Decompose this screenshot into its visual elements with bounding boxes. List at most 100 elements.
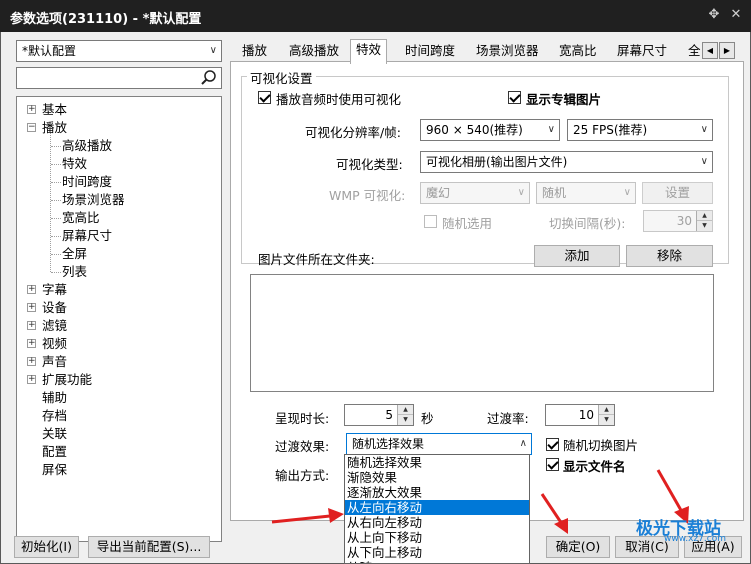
tree-item-label: 声音 bbox=[42, 354, 68, 369]
dropdown-option[interactable]: 从上向下移动 bbox=[345, 530, 529, 545]
visualization-type-select[interactable]: 可视化相册(输出图片文件) ∨ bbox=[420, 151, 713, 173]
random-switch-image-checkbox[interactable] bbox=[546, 438, 559, 451]
preset-select[interactable]: *默认配置 ∨ bbox=[16, 40, 222, 62]
chevron-down-icon: ∨ bbox=[700, 156, 708, 167]
dropdown-option[interactable]: 渐隐效果 bbox=[345, 470, 529, 485]
ok-button[interactable]: 确定(O) bbox=[546, 536, 610, 558]
tree-item-label: 场景浏览器 bbox=[62, 192, 125, 207]
search-icon[interactable] bbox=[200, 69, 218, 87]
tree-item[interactable]: 列表 bbox=[62, 263, 87, 281]
folder-list[interactable] bbox=[250, 274, 714, 392]
export-config-button[interactable]: 导出当前配置(S)... bbox=[88, 536, 210, 558]
resolution-value: 960 × 540(推荐) bbox=[426, 123, 523, 137]
expand-icon[interactable]: + bbox=[27, 375, 36, 384]
tree-item-label: 视频 bbox=[42, 336, 68, 351]
random-select-label: 随机选用 bbox=[442, 216, 493, 231]
chevron-up-icon: ∧ bbox=[519, 438, 527, 449]
fps-select[interactable]: 25 FPS(推荐) ∨ bbox=[567, 119, 713, 141]
wmp-visual-select[interactable]: 魔幻 ∨ bbox=[420, 182, 530, 204]
tree-item-label: 列表 bbox=[62, 264, 88, 279]
tree-item[interactable]: 基本 bbox=[42, 101, 67, 119]
dropdown-option[interactable]: 随机选择效果 bbox=[345, 455, 529, 470]
expand-icon[interactable]: + bbox=[27, 105, 36, 114]
tree-item[interactable]: 配置 bbox=[42, 443, 67, 461]
tree-item[interactable]: 滤镜 bbox=[42, 317, 67, 335]
chevron-down-icon: ∨ bbox=[547, 124, 555, 135]
expand-icon[interactable]: + bbox=[27, 303, 36, 312]
dropdown-option[interactable]: 从下向上移动 bbox=[345, 545, 529, 560]
wmp-mode-select[interactable]: 随机 ∨ bbox=[536, 182, 636, 204]
tree-item[interactable]: 时间跨度 bbox=[62, 173, 112, 191]
expand-icon[interactable]: + bbox=[27, 285, 36, 294]
close-icon[interactable]: ✕ bbox=[727, 6, 745, 24]
chevron-down-icon: ∨ bbox=[517, 187, 525, 198]
tree-item-label: 特效 bbox=[62, 156, 88, 171]
tree-guide-line bbox=[51, 200, 61, 201]
tree-item[interactable]: 屏幕尺寸 bbox=[62, 227, 112, 245]
expand-icon[interactable]: + bbox=[27, 357, 36, 366]
pin-icon[interactable]: ✥ bbox=[705, 6, 723, 24]
tab-scroll-left-icon[interactable]: ◀ bbox=[702, 42, 718, 59]
tree-item-label: 播放 bbox=[42, 120, 68, 135]
init-button[interactable]: 初始化(I) bbox=[14, 536, 79, 558]
transition-rate-spinner[interactable]: 10 ▲ ▼ bbox=[545, 404, 615, 426]
collapse-icon[interactable]: − bbox=[27, 123, 36, 132]
tab-screen-size[interactable]: 屏幕尺寸 bbox=[612, 41, 672, 63]
tree-item-label: 屏保 bbox=[42, 462, 68, 477]
tab-timespan[interactable]: 时间跨度 bbox=[400, 41, 460, 63]
chevron-down-icon: ∨ bbox=[209, 45, 217, 56]
show-filename-label: 显示文件名 bbox=[563, 459, 626, 474]
tree-item[interactable]: 视频 bbox=[42, 335, 67, 353]
tree-item[interactable]: 屏保 bbox=[42, 461, 67, 479]
search-input[interactable] bbox=[16, 67, 222, 89]
chevron-down-icon: ∨ bbox=[623, 187, 631, 198]
tree-item[interactable]: 播放 bbox=[42, 119, 67, 137]
tab-play[interactable]: 播放 bbox=[237, 41, 272, 63]
tree-item[interactable]: 辅助 bbox=[42, 389, 67, 407]
output-mode-label: 输出方式: bbox=[275, 468, 330, 483]
expand-icon[interactable]: + bbox=[27, 321, 36, 330]
tab-scene-browser[interactable]: 场景浏览器 bbox=[471, 41, 544, 63]
spinner-arrows[interactable]: ▲ ▼ bbox=[598, 405, 614, 425]
tab-scroll-right-icon[interactable]: ▶ bbox=[719, 42, 735, 59]
tree-item[interactable]: 字幕 bbox=[42, 281, 67, 299]
dropdown-option[interactable]: 逐渐放大效果 bbox=[345, 485, 529, 500]
show-album-art-checkbox[interactable] bbox=[508, 91, 521, 104]
tree-item[interactable]: 宽高比 bbox=[62, 209, 100, 227]
tree-item[interactable]: 扩展功能 bbox=[42, 371, 92, 389]
spinner-arrows[interactable]: ▲ ▼ bbox=[397, 405, 413, 425]
tree-item[interactable]: 全屏 bbox=[62, 245, 87, 263]
dropdown-option[interactable]: 从随... bbox=[345, 560, 529, 563]
dropdown-option[interactable]: 从左向右移动 bbox=[345, 500, 529, 515]
tree-item[interactable]: 关联 bbox=[42, 425, 67, 443]
duration-unit: 秒 bbox=[421, 411, 434, 426]
tree-guide-line bbox=[51, 182, 61, 183]
play-audio-visual-checkbox[interactable] bbox=[258, 91, 271, 104]
annotation-arrow-icon bbox=[540, 493, 568, 534]
tab-aspect-ratio[interactable]: 宽高比 bbox=[554, 41, 602, 63]
resolution-select[interactable]: 960 × 540(推荐) ∨ bbox=[420, 119, 560, 141]
tab-strip: 播放 高级播放 特效 时间跨度 场景浏览器 宽高比 屏幕尺寸 全 ◀ ▶ bbox=[234, 39, 741, 64]
tree-item[interactable]: 设备 bbox=[42, 299, 67, 317]
add-folder-button[interactable]: 添加 bbox=[534, 245, 620, 267]
random-select-checkbox[interactable] bbox=[424, 215, 437, 228]
tab-effects[interactable]: 特效 bbox=[350, 39, 388, 64]
tree-item[interactable]: 特效 bbox=[62, 155, 87, 173]
tree-item[interactable]: 高级播放 bbox=[62, 137, 112, 155]
duration-spinner[interactable]: 5 ▲ ▼ bbox=[344, 404, 414, 426]
show-filename-checkbox[interactable] bbox=[546, 458, 559, 471]
tree-item[interactable]: 存档 bbox=[42, 407, 67, 425]
tree-item[interactable]: 场景浏览器 bbox=[62, 191, 125, 209]
tree-item[interactable]: 声音 bbox=[42, 353, 67, 371]
tab-advanced-play[interactable]: 高级播放 bbox=[284, 41, 344, 63]
switch-interval-spinner[interactable]: 30 ▲ ▼ bbox=[643, 210, 713, 232]
random-switch-image-label: 随机切换图片 bbox=[563, 438, 639, 453]
folder-label: 图片文件所在文件夹: bbox=[258, 252, 375, 267]
watermark-url: www.xz7.com bbox=[664, 534, 726, 544]
expand-icon[interactable]: + bbox=[27, 339, 36, 348]
remove-folder-button[interactable]: 移除 bbox=[626, 245, 713, 267]
transition-effect-select[interactable]: 随机选择效果 ∧ bbox=[346, 433, 532, 455]
spinner-arrows[interactable]: ▲ ▼ bbox=[696, 211, 712, 231]
wmp-settings-button[interactable]: 设置 bbox=[642, 182, 713, 204]
dropdown-option[interactable]: 从右向左移动 bbox=[345, 515, 529, 530]
